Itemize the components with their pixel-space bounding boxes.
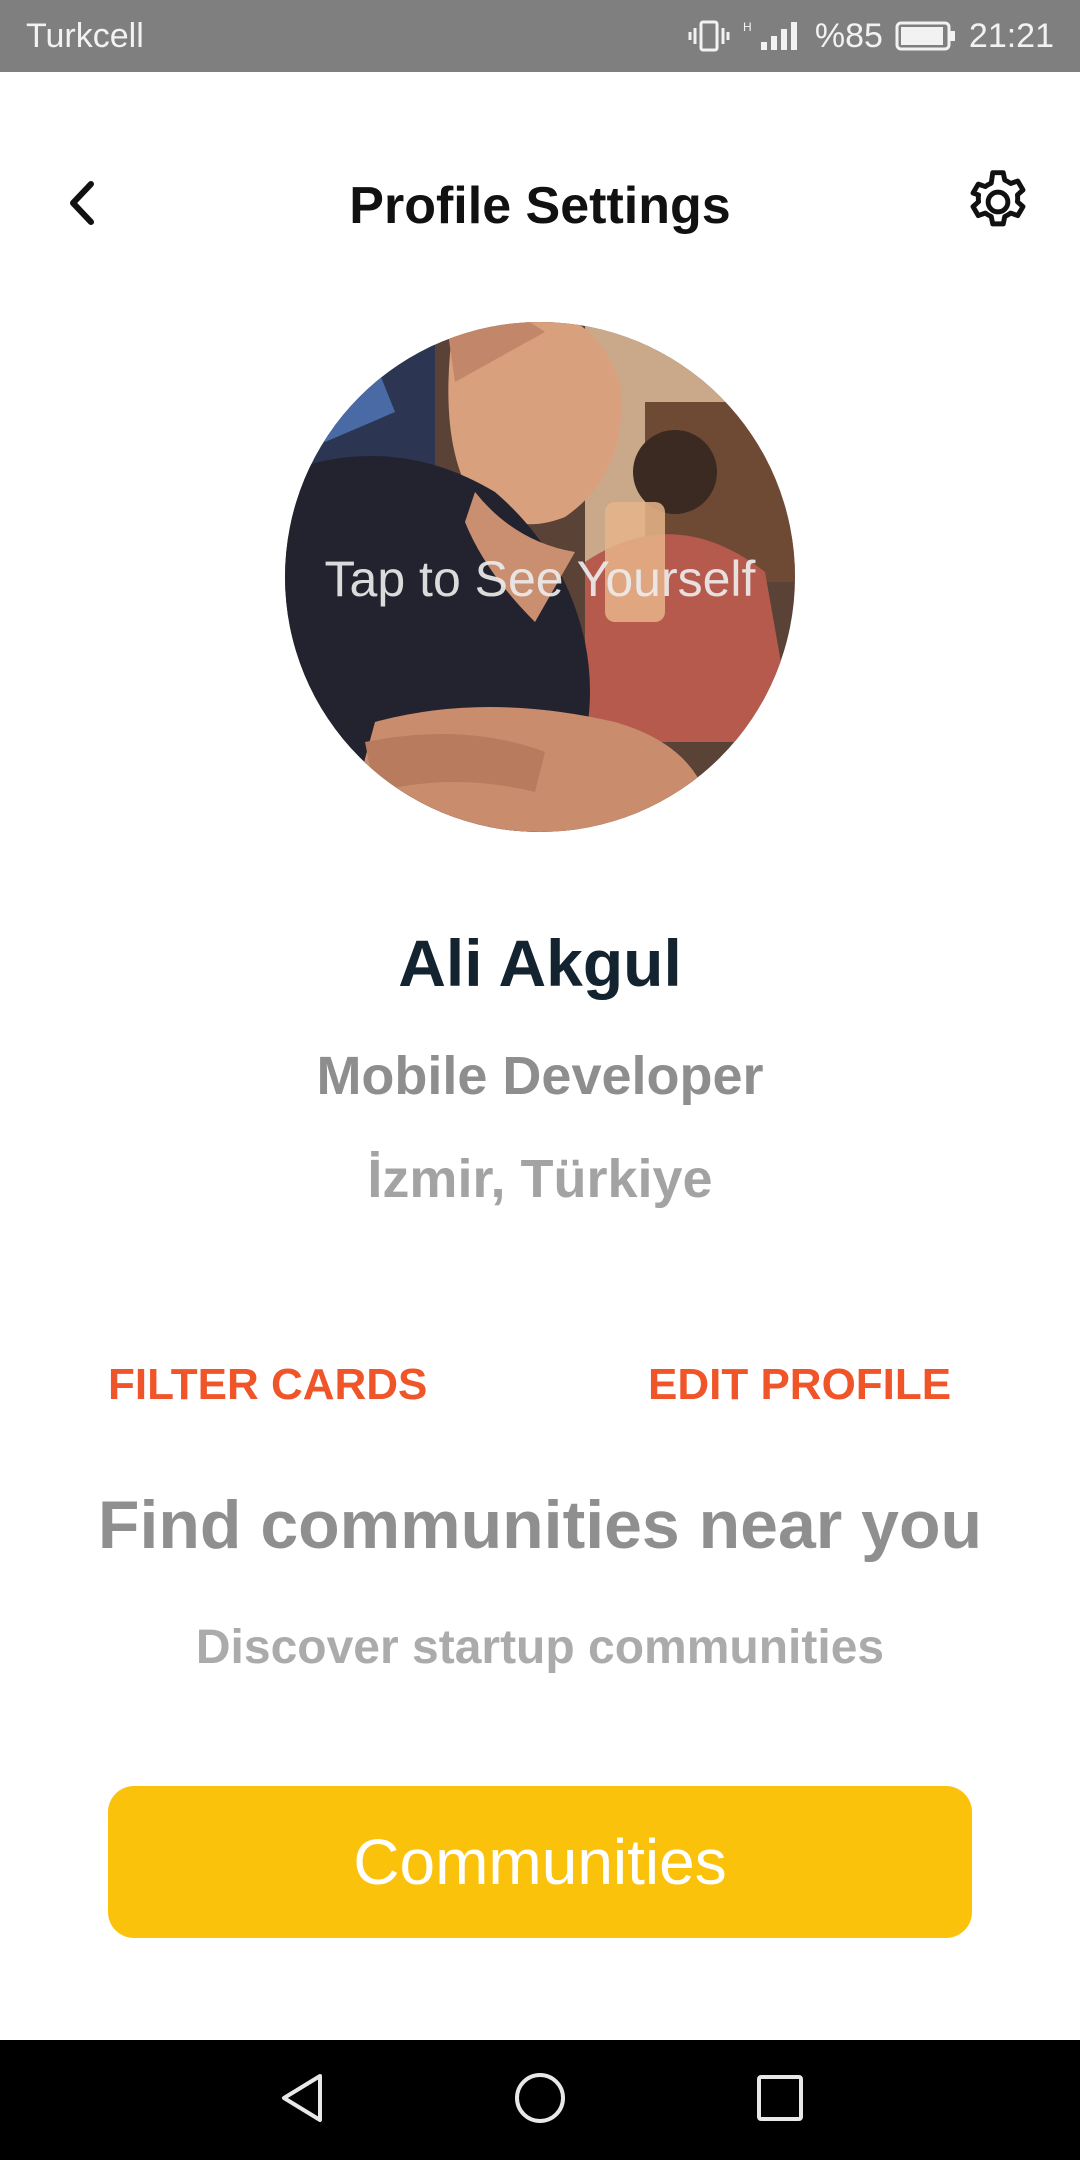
navigation-bar xyxy=(0,2040,1080,2160)
profile-settings-screen: Turkcell H %85 21:21 Profile Settings Ta… xyxy=(0,0,1080,2160)
status-indicators: H %85 21:21 xyxy=(687,17,1054,56)
nav-back-button[interactable] xyxy=(270,2068,334,2132)
vibrate-icon xyxy=(687,18,731,54)
battery-percent: %85 xyxy=(814,16,883,55)
gear-icon xyxy=(961,165,1035,244)
nav-recents-button[interactable] xyxy=(748,2068,812,2132)
settings-button[interactable] xyxy=(958,164,1038,244)
status-bar: Turkcell H %85 21:21 xyxy=(0,0,1080,72)
nav-home-icon xyxy=(512,2070,568,2131)
page-title: Profile Settings xyxy=(349,177,731,235)
communities-button[interactable]: Communities xyxy=(108,1786,972,1938)
filter-cards-button[interactable]: FILTER CARDS xyxy=(108,1360,427,1410)
nav-home-button[interactable] xyxy=(508,2068,572,2132)
svg-text:H: H xyxy=(743,20,752,34)
profile-avatar[interactable]: Tap to See Yourself xyxy=(285,322,795,832)
profile-location: İzmir, Türkiye xyxy=(367,1149,713,1209)
nav-back-icon xyxy=(276,2070,328,2131)
communities-heading: Find communities near you xyxy=(97,1487,983,1563)
battery-icon xyxy=(895,20,957,52)
nav-recents-icon xyxy=(754,2072,806,2129)
avatar-hint: Tap to See Yourself xyxy=(324,551,756,607)
communities-subtitle: Discover startup communities xyxy=(195,1621,885,1674)
clock: 21:21 xyxy=(968,16,1054,55)
profile-role: Mobile Developer xyxy=(316,1046,764,1106)
profile-name: Ali Akgul xyxy=(398,926,682,1000)
signal-icon: H xyxy=(743,18,803,54)
carrier-label: Turkcell xyxy=(26,16,144,55)
edit-profile-button[interactable]: EDIT PROFILE xyxy=(648,1360,951,1410)
app-header: Profile Settings xyxy=(0,140,1080,270)
